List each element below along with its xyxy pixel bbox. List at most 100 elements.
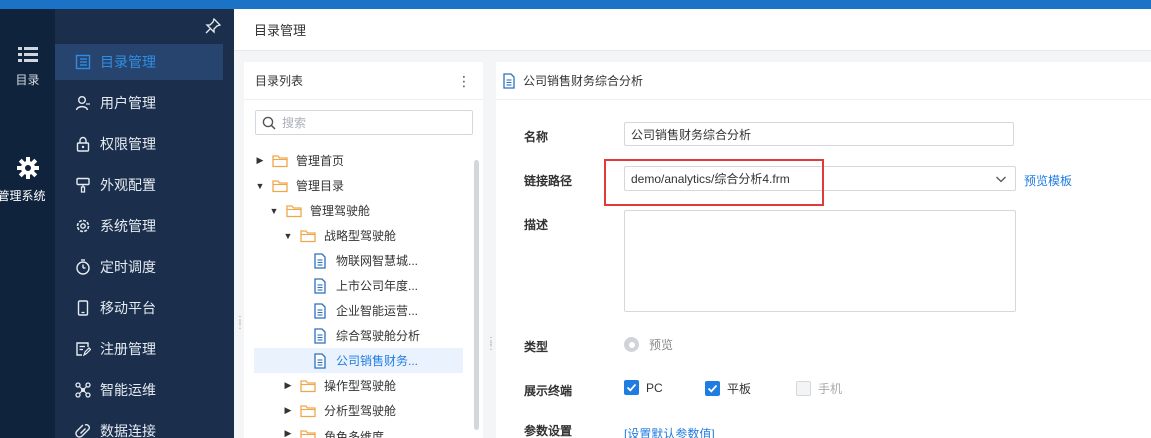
- mobile-icon: [77, 300, 89, 316]
- search-input[interactable]: [282, 115, 462, 130]
- terminal-pc-checkbox[interactable]: PC: [624, 380, 663, 395]
- description-textarea[interactable]: [624, 210, 1016, 312]
- sidebar-item-appearance[interactable]: 外观配置: [55, 167, 223, 203]
- tree-node-admin-catalog[interactable]: ▼ 管理目录: [254, 173, 463, 198]
- detail-header: 公司销售财务综合分析: [496, 62, 1151, 100]
- tree-node-operational-cockpit[interactable]: ▶ 操作型驾驶舱: [254, 373, 463, 398]
- tree-node-home[interactable]: ▶ 管理首页: [254, 148, 463, 173]
- tree-node-smart-ops[interactable]: 企业智能运营...: [254, 298, 463, 323]
- rail-catalog-label: 目录: [15, 73, 40, 87]
- radio-icon: [624, 337, 639, 352]
- folder-icon: [272, 154, 288, 167]
- more-icon[interactable]: ⋮: [457, 62, 471, 100]
- sidebar-item-label: 智能运维: [100, 382, 156, 398]
- set-default-params-link[interactable]: [设置默认参数值]: [624, 425, 715, 438]
- name-field-value: 公司销售财务综合分析: [631, 127, 752, 142]
- catalog-menu-icon: [17, 47, 38, 62]
- timer-icon: [76, 259, 90, 275]
- preview-template-link[interactable]: 预览模板: [1024, 172, 1072, 189]
- tree-node-admin-cockpit[interactable]: ▼ 管理驾驶舱: [254, 198, 463, 223]
- sidebar-item-label: 移动平台: [100, 300, 156, 316]
- tree-node-iot-city[interactable]: 物联网智慧城...: [254, 248, 463, 273]
- tree-node-sales-finance[interactable]: 公司销售财务...: [254, 348, 463, 373]
- register-icon: [76, 342, 91, 357]
- tree-scrollbar[interactable]: [474, 160, 479, 430]
- left-resize-handle[interactable]: ⋮ ⋮: [235, 316, 246, 331]
- terminal-option-label: PC: [646, 380, 663, 395]
- checkbox-unchecked-icon: [796, 381, 811, 396]
- expand-caret-icon[interactable]: ▶: [254, 155, 266, 166]
- tree-panel-header: 目录列表 ⋮: [244, 62, 483, 100]
- detail-panel: 公司销售财务综合分析 名称 公司销售财务综合分析 链接路径 demo/analy…: [496, 62, 1151, 438]
- user-icon: [75, 96, 90, 111]
- terminal-option-label: 平板: [727, 382, 752, 396]
- tree-node-label: 综合驾驶舱分析: [336, 329, 421, 343]
- rail-catalog[interactable]: 目录: [0, 47, 55, 88]
- catalog-tree-panel: 目录列表 ⋮ ▶ 管理首页 ▼ 管理目录 ▼ 管理驾驶舱 ▼ 战略型驾驶舱: [244, 62, 483, 438]
- file-icon: [314, 252, 326, 269]
- sidebar-item-system[interactable]: 系统管理: [55, 208, 223, 244]
- tree-node-role-dimensions[interactable]: ▶ 角色多维度: [254, 423, 463, 438]
- expand-caret-icon[interactable]: ▶: [282, 428, 294, 438]
- sidebar-item-ops[interactable]: 智能运维: [55, 372, 223, 408]
- tree-node-label: 管理目录: [296, 179, 345, 193]
- pin-icon[interactable]: [205, 18, 221, 34]
- ops-icon: [75, 382, 91, 398]
- folder-open-icon: [272, 179, 288, 192]
- collapse-caret-icon[interactable]: ▼: [268, 206, 280, 216]
- file-icon: [314, 302, 326, 319]
- collapse-caret-icon[interactable]: ▼: [282, 231, 294, 241]
- file-icon: [503, 72, 515, 89]
- sidebar-nav: 目录管理 用户管理 权限管理 外观配置 系统管理 定时调度 移动平台 注册管理 …: [55, 9, 234, 438]
- terminal-option-label: 手机: [818, 382, 843, 396]
- tree-node-label: 战略型驾驶舱: [324, 229, 397, 243]
- tree-node-label: 管理驾驶舱: [310, 204, 371, 218]
- sidebar-item-label: 数据连接: [100, 423, 156, 438]
- brush-icon: [76, 177, 90, 193]
- tree-node-label: 操作型驾驶舱: [324, 379, 397, 393]
- sidebar-item-label: 用户管理: [100, 95, 156, 111]
- sidebar-item-users[interactable]: 用户管理: [55, 85, 223, 121]
- terminal-phone-checkbox[interactable]: 手机: [796, 380, 842, 397]
- tree-node-strategic-cockpit[interactable]: ▼ 战略型驾驶舱: [254, 223, 463, 248]
- sidebar-item-mobile[interactable]: 移动平台: [55, 290, 223, 326]
- name-label: 名称: [524, 130, 549, 144]
- file-icon: [314, 277, 326, 294]
- checkbox-checked-icon: [705, 381, 720, 396]
- breadcrumb: 目录管理: [234, 9, 1151, 51]
- sidebar-item-register[interactable]: 注册管理: [55, 331, 223, 367]
- collapse-caret-icon[interactable]: ▼: [254, 181, 266, 191]
- sidebar-item-schedule[interactable]: 定时调度: [55, 249, 223, 285]
- terminal-tablet-checkbox[interactable]: 平板: [705, 380, 751, 397]
- tree-node-listed-company[interactable]: 上市公司年度...: [254, 273, 463, 298]
- name-field[interactable]: 公司销售财务综合分析: [624, 122, 1014, 146]
- search-icon: [262, 116, 276, 130]
- tree-node-label: 分析型驾驶舱: [324, 404, 397, 418]
- sidebar-item-label: 目录管理: [100, 54, 156, 70]
- file-icon: [314, 352, 326, 369]
- path-label: 链接路径: [524, 174, 573, 188]
- file-icon: [314, 327, 326, 344]
- link-icon: [75, 424, 90, 438]
- folder-icon: [300, 430, 316, 438]
- sidebar-item-label: 外观配置: [100, 177, 156, 193]
- type-label: 类型: [524, 340, 549, 354]
- folder-icon: [300, 404, 316, 417]
- list-icon: [75, 54, 91, 70]
- sidebar-item-permissions[interactable]: 权限管理: [55, 126, 223, 162]
- tree-node-analytical-cockpit[interactable]: ▶ 分析型驾驶舱: [254, 398, 463, 423]
- description-label: 描述: [524, 218, 549, 232]
- expand-caret-icon[interactable]: ▶: [282, 380, 294, 391]
- sidebar-item-label: 系统管理: [100, 218, 156, 234]
- rail-system[interactable]: 管理系统: [0, 157, 55, 204]
- expand-caret-icon[interactable]: ▶: [282, 405, 294, 416]
- sidebar-item-catalog[interactable]: 目录管理: [55, 44, 223, 80]
- sidebar-item-data-connection[interactable]: 数据连接: [55, 413, 223, 438]
- type-radio-preview[interactable]: 预览: [624, 336, 673, 353]
- tree-panel-title: 目录列表: [255, 74, 304, 88]
- main-content: 目录管理 目录列表 ⋮ ▶ 管理首页 ▼ 管理目录 ▼ 管理驾驶舱 ▼: [234, 9, 1151, 438]
- gear-icon: [76, 219, 90, 233]
- tree-node-integrated-cockpit[interactable]: 综合驾驶舱分析: [254, 323, 463, 348]
- top-accent-bar: [0, 0, 1151, 9]
- sidebar-item-label: 注册管理: [100, 341, 156, 357]
